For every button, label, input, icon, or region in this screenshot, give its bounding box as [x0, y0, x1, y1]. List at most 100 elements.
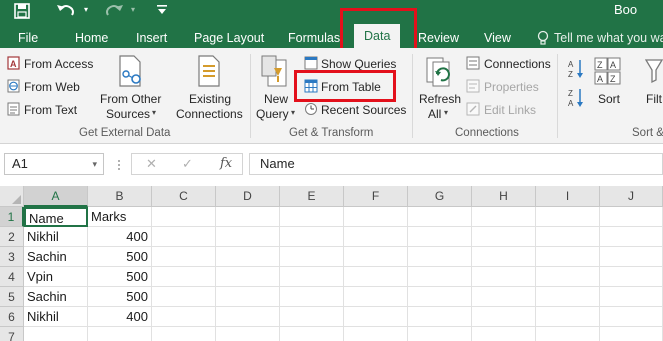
cell-i7[interactable] [536, 327, 600, 341]
tab-home[interactable]: Home [75, 28, 108, 48]
cell-a2[interactable]: Nikhil [24, 227, 88, 247]
cell-e1[interactable] [280, 207, 344, 227]
cell-h1[interactable] [472, 207, 536, 227]
column-header-i[interactable]: I [536, 186, 600, 207]
row-header-7[interactable]: 7 [0, 327, 24, 341]
tab-file[interactable]: File [18, 28, 38, 48]
column-header-c[interactable]: C [152, 186, 216, 207]
cell-d5[interactable] [216, 287, 280, 307]
cell-g7[interactable] [408, 327, 472, 341]
cell-g5[interactable] [408, 287, 472, 307]
cell-i6[interactable] [536, 307, 600, 327]
sort-button[interactable]: Sort [598, 92, 620, 106]
cell-a4[interactable]: Vpin [24, 267, 88, 287]
filter-button[interactable]: Filt [646, 92, 662, 106]
cell-e4[interactable] [280, 267, 344, 287]
redo-dropdown-icon[interactable]: ▾ [131, 5, 135, 14]
cell-i5[interactable] [536, 287, 600, 307]
cell-e5[interactable] [280, 287, 344, 307]
cell-d3[interactable] [216, 247, 280, 267]
properties-button[interactable]: Properties [484, 80, 539, 94]
cell-f6[interactable] [344, 307, 408, 327]
sort-za-icon[interactable]: ZA [568, 87, 584, 109]
cell-h3[interactable] [472, 247, 536, 267]
recent-sources-button[interactable]: Recent Sources [321, 103, 406, 117]
cell-c4[interactable] [152, 267, 216, 287]
cell-i2[interactable] [536, 227, 600, 247]
cell-j2[interactable] [600, 227, 663, 247]
cell-h4[interactable] [472, 267, 536, 287]
cell-a5[interactable]: Sachin [24, 287, 88, 307]
cell-f2[interactable] [344, 227, 408, 247]
cell-e7[interactable] [280, 327, 344, 341]
cell-h7[interactable] [472, 327, 536, 341]
row-header-5[interactable]: 5 [0, 287, 24, 307]
row-header-3[interactable]: 3 [0, 247, 24, 267]
from-access-button[interactable]: From Access [24, 57, 93, 71]
cell-e2[interactable] [280, 227, 344, 247]
column-header-b[interactable]: B [88, 186, 152, 207]
cell-c2[interactable] [152, 227, 216, 247]
connections-button[interactable]: Connections [484, 57, 551, 71]
undo-icon[interactable] [56, 2, 76, 20]
customize-qat-icon[interactable] [156, 2, 168, 19]
cell-e6[interactable] [280, 307, 344, 327]
cell-i3[interactable] [536, 247, 600, 267]
cell-j6[interactable] [600, 307, 663, 327]
tab-formulas[interactable]: Formulas [288, 28, 340, 48]
cell-g6[interactable] [408, 307, 472, 327]
cell-b5[interactable]: 500 [88, 287, 152, 307]
row-header-1[interactable]: 1 [0, 207, 24, 227]
cell-e3[interactable] [280, 247, 344, 267]
tell-me-search[interactable]: Tell me what you wa [554, 28, 663, 48]
cell-g2[interactable] [408, 227, 472, 247]
cell-b4[interactable]: 500 [88, 267, 152, 287]
column-header-d[interactable]: D [216, 186, 280, 207]
redo-icon[interactable] [104, 2, 124, 20]
cell-c1[interactable] [152, 207, 216, 227]
cell-f7[interactable] [344, 327, 408, 341]
cell-c3[interactable] [152, 247, 216, 267]
cell-i4[interactable] [536, 267, 600, 287]
cell-g3[interactable] [408, 247, 472, 267]
column-header-e[interactable]: E [280, 186, 344, 207]
cell-h2[interactable] [472, 227, 536, 247]
cell-j1[interactable] [600, 207, 663, 227]
cell-d2[interactable] [216, 227, 280, 247]
cell-b2[interactable]: 400 [88, 227, 152, 247]
cell-j7[interactable] [600, 327, 663, 341]
new-query-button[interactable]: New [264, 92, 288, 106]
refresh-all-dropdown-icon[interactable]: ▾ [444, 108, 448, 117]
sort-az-icon[interactable]: AZ [568, 58, 584, 80]
cell-c7[interactable] [152, 327, 216, 341]
from-text-button[interactable]: From Text [24, 103, 77, 117]
from-web-button[interactable]: From Web [24, 80, 80, 94]
cell-d1[interactable] [216, 207, 280, 227]
row-header-6[interactable]: 6 [0, 307, 24, 327]
from-other-sources-button[interactable]: From Other [100, 92, 161, 106]
cell-i1[interactable] [536, 207, 600, 227]
select-all-button[interactable] [0, 186, 24, 207]
cell-h6[interactable] [472, 307, 536, 327]
cell-f5[interactable] [344, 287, 408, 307]
cell-g4[interactable] [408, 267, 472, 287]
cell-c5[interactable] [152, 287, 216, 307]
cell-h5[interactable] [472, 287, 536, 307]
tab-review[interactable]: Review [418, 28, 459, 48]
name-box-dropdown-icon[interactable]: ▾ [92, 154, 97, 174]
cell-g1[interactable] [408, 207, 472, 227]
cell-c6[interactable] [152, 307, 216, 327]
show-queries-button[interactable]: Show Queries [321, 57, 396, 71]
column-header-j[interactable]: J [600, 186, 663, 207]
cell-d7[interactable] [216, 327, 280, 341]
cancel-icon[interactable]: ✕ [146, 154, 157, 174]
existing-connections-button[interactable]: Existing [189, 92, 231, 106]
row-header-2[interactable]: 2 [0, 227, 24, 247]
column-header-a[interactable]: A [24, 186, 88, 207]
cell-d6[interactable] [216, 307, 280, 327]
new-query-dropdown-icon[interactable]: ▾ [291, 108, 295, 117]
refresh-all-button[interactable]: Refresh [419, 92, 461, 106]
cell-f4[interactable] [344, 267, 408, 287]
cell-f3[interactable] [344, 247, 408, 267]
tab-page-layout[interactable]: Page Layout [194, 28, 264, 48]
